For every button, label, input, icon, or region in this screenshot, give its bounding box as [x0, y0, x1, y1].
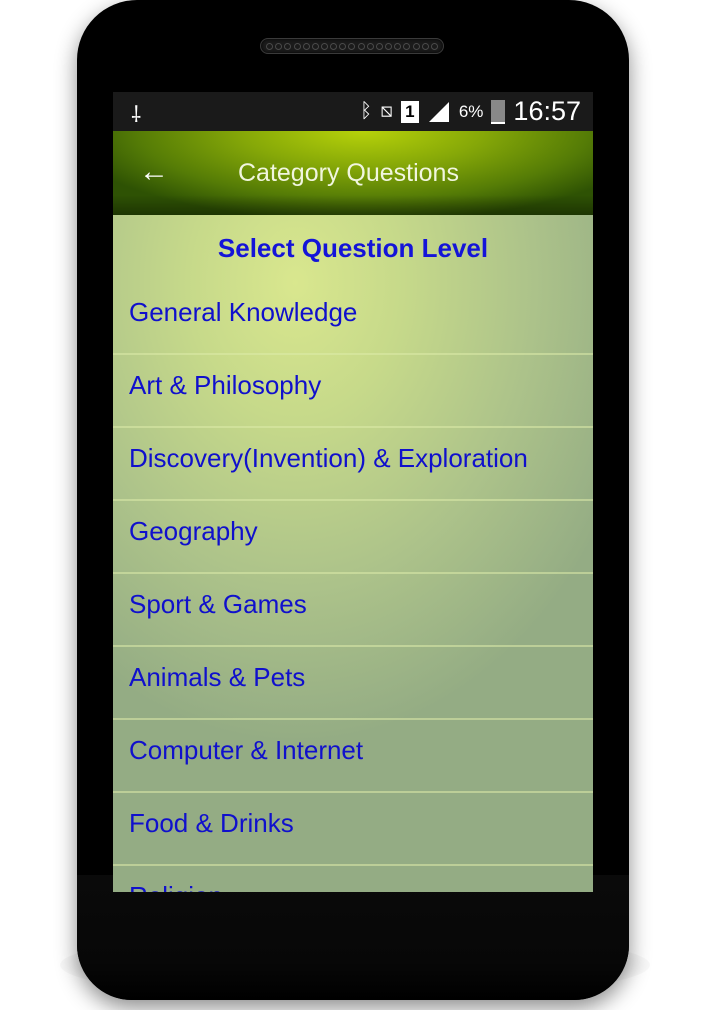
category-item-general-knowledge[interactable]: General Knowledge [113, 282, 593, 355]
category-label: Sport & Games [129, 589, 307, 619]
category-item-computer-internet[interactable]: Computer & Internet [113, 720, 593, 793]
category-label: Animals & Pets [129, 662, 306, 692]
category-label: Discovery(Invention) & Exploration [129, 443, 528, 473]
category-item-art-philosophy[interactable]: Art & Philosophy [113, 355, 593, 428]
category-content: Select Question Level General Knowledge … [113, 215, 593, 892]
category-item-food-drinks[interactable]: Food & Drinks [113, 793, 593, 866]
clock: 16:57 [513, 96, 581, 126]
phone-speaker [260, 38, 444, 54]
category-label: General Knowledge [129, 297, 358, 327]
category-item-animals-pets[interactable]: Animals & Pets [113, 647, 593, 720]
category-list: General Knowledge Art & Philosophy Disco… [113, 282, 593, 892]
phone-screen: ⸸ ᛒ ⧅ 1 6% 16:57 ← Category Questions Se… [113, 92, 593, 892]
category-item-sport-games[interactable]: Sport & Games [113, 574, 593, 647]
category-item-geography[interactable]: Geography [113, 501, 593, 574]
back-arrow-icon[interactable]: ← [139, 155, 169, 189]
usb-icon: ⸸ [131, 102, 142, 127]
phone-chin [77, 875, 629, 1000]
category-label: Food & Drinks [129, 808, 294, 838]
page-title: Category Questions [238, 159, 459, 187]
app-bar: ← Category Questions [113, 131, 593, 215]
bluetooth-icon: ᛒ [360, 100, 373, 122]
sim-1-icon: 1 [400, 100, 419, 123]
category-label: Geography [129, 516, 258, 546]
battery-charging-icon [491, 99, 506, 124]
category-item-discovery-exploration[interactable]: Discovery(Invention) & Exploration [113, 428, 593, 501]
signal-icon [428, 101, 449, 122]
vibrate-mute-icon: ⧅ [380, 100, 393, 122]
category-label: Art & Philosophy [129, 370, 322, 400]
battery-percent: 6% [458, 101, 484, 121]
section-heading: Select Question Level [217, 233, 489, 263]
status-bar: ⸸ ᛒ ⧅ 1 6% 16:57 [113, 92, 593, 131]
category-label: Religion [129, 881, 223, 892]
category-label: Computer & Internet [129, 735, 364, 765]
category-item-religion[interactable]: Religion [113, 866, 593, 892]
